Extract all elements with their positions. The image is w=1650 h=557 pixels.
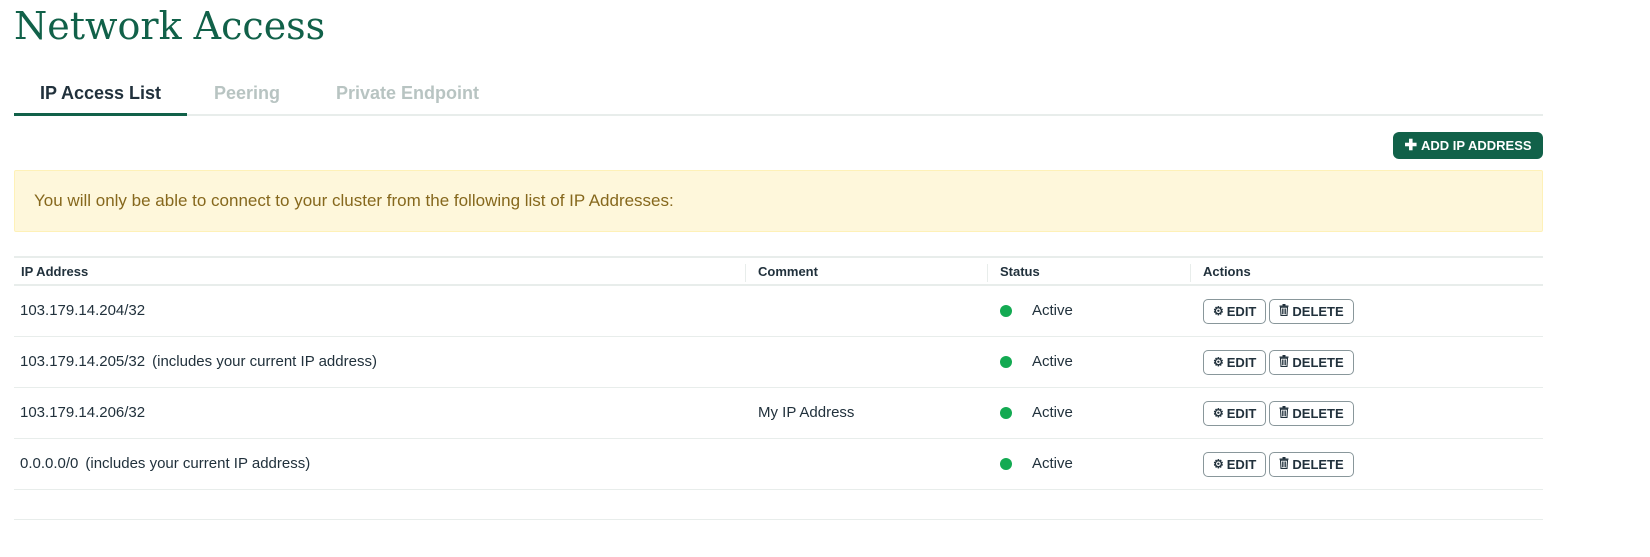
tab-bar: IP Access List Peering Private Endpoint bbox=[14, 72, 1543, 116]
plus-icon: ✚ bbox=[1404, 137, 1418, 154]
banner-text: You will only be able to connect to your… bbox=[34, 191, 674, 210]
gear-icon: ⚙ bbox=[1213, 355, 1224, 369]
delete-button[interactable]: DELETE bbox=[1269, 451, 1354, 477]
actions-cell: ⚙ EDIT DELETE bbox=[1203, 286, 1354, 336]
ip-note: (includes your current IP address) bbox=[85, 455, 311, 472]
table-row: 103.179.14.204/32 Active ⚙ EDIT DELETE bbox=[14, 286, 1543, 337]
header-status[interactable]: Status bbox=[993, 258, 1190, 286]
gear-icon: ⚙ bbox=[1213, 406, 1224, 420]
gear-icon: ⚙ bbox=[1213, 304, 1224, 318]
header-comment[interactable]: Comment bbox=[751, 258, 987, 286]
header-actions: Actions bbox=[1203, 264, 1251, 279]
ip-address-cell: 0.0.0.0/0 (includes your current IP addre… bbox=[20, 439, 310, 489]
status-dot-icon bbox=[1000, 407, 1012, 419]
ip-address: 103.179.14.206/32 bbox=[20, 404, 146, 421]
ip-address: 103.179.14.205/32 bbox=[20, 353, 146, 370]
status-dot-icon bbox=[1000, 356, 1012, 368]
status-cell: Active bbox=[1000, 388, 1073, 438]
status-text: Active bbox=[1032, 404, 1073, 421]
column-divider bbox=[1190, 264, 1191, 282]
table-row: 103.179.14.205/32 (includes your current … bbox=[14, 337, 1543, 388]
ip-address-cell: 103.179.14.206/32 bbox=[20, 388, 145, 438]
column-divider bbox=[987, 264, 988, 282]
ip-address-cell: 103.179.14.204/32 bbox=[20, 286, 145, 336]
add-ip-address-label: ADD IP ADDRESS bbox=[1421, 138, 1532, 153]
status-cell: Active bbox=[1000, 337, 1073, 387]
ip-address-cell: 103.179.14.205/32 (includes your current … bbox=[20, 337, 377, 387]
actions-cell: ⚙ EDIT DELETE bbox=[1203, 388, 1354, 438]
delete-label: DELETE bbox=[1292, 456, 1344, 472]
ip-address: 0.0.0.0/0 bbox=[20, 455, 79, 472]
tab-peering[interactable]: Peering bbox=[187, 72, 307, 116]
edit-label: EDIT bbox=[1226, 405, 1257, 421]
table-header: IP Address Comment Status Actions bbox=[14, 256, 1543, 286]
delete-button[interactable]: DELETE bbox=[1269, 349, 1354, 375]
trash-icon bbox=[1279, 406, 1289, 420]
tab-ip-access-list[interactable]: IP Access List bbox=[14, 72, 187, 116]
table-bottom-divider bbox=[14, 519, 1543, 520]
comment-cell: My IP Address bbox=[758, 404, 855, 421]
delete-label: DELETE bbox=[1292, 354, 1344, 370]
tab-private-endpoint[interactable]: Private Endpoint bbox=[307, 72, 508, 116]
edit-button[interactable]: ⚙ EDIT bbox=[1203, 349, 1267, 375]
actions-cell: ⚙ EDIT DELETE bbox=[1203, 337, 1354, 387]
status-text: Active bbox=[1032, 455, 1073, 472]
page-title: Network Access bbox=[14, 4, 326, 48]
status-text: Active bbox=[1032, 302, 1073, 319]
trash-icon bbox=[1279, 304, 1289, 318]
table-body: 103.179.14.204/32 Active ⚙ EDIT DELETE 1… bbox=[14, 286, 1543, 490]
gear-icon: ⚙ bbox=[1213, 457, 1224, 471]
column-divider bbox=[745, 264, 746, 282]
status-text: Active bbox=[1032, 353, 1073, 370]
info-banner: You will only be able to connect to your… bbox=[14, 170, 1543, 232]
actions-cell: ⚙ EDIT DELETE bbox=[1203, 439, 1354, 489]
edit-label: EDIT bbox=[1226, 303, 1257, 319]
table-row: 0.0.0.0/0 (includes your current IP addre… bbox=[14, 439, 1543, 490]
header-ip-address[interactable]: IP Address bbox=[14, 258, 745, 286]
trash-icon bbox=[1279, 355, 1289, 369]
edit-button[interactable]: ⚙ EDIT bbox=[1203, 400, 1267, 426]
edit-button[interactable]: ⚙ EDIT bbox=[1203, 298, 1267, 324]
edit-button[interactable]: ⚙ EDIT bbox=[1203, 451, 1267, 477]
trash-icon bbox=[1279, 457, 1289, 471]
table-row: 103.179.14.206/32 My IP Address Active ⚙… bbox=[14, 388, 1543, 439]
status-cell: Active bbox=[1000, 286, 1073, 336]
edit-label: EDIT bbox=[1226, 354, 1257, 370]
ip-note: (includes your current IP address) bbox=[152, 353, 377, 370]
status-cell: Active bbox=[1000, 439, 1073, 489]
ip-address: 103.179.14.204/32 bbox=[20, 302, 146, 319]
status-dot-icon bbox=[1000, 305, 1012, 317]
delete-button[interactable]: DELETE bbox=[1269, 400, 1354, 426]
add-ip-address-button[interactable]: ✚ ADD IP ADDRESS bbox=[1393, 132, 1543, 159]
delete-label: DELETE bbox=[1292, 405, 1344, 421]
ip-access-table: IP Address Comment Status Actions 103.17… bbox=[14, 256, 1543, 490]
edit-label: EDIT bbox=[1226, 456, 1257, 472]
delete-button[interactable]: DELETE bbox=[1269, 298, 1354, 324]
delete-label: DELETE bbox=[1292, 303, 1344, 319]
status-dot-icon bbox=[1000, 458, 1012, 470]
